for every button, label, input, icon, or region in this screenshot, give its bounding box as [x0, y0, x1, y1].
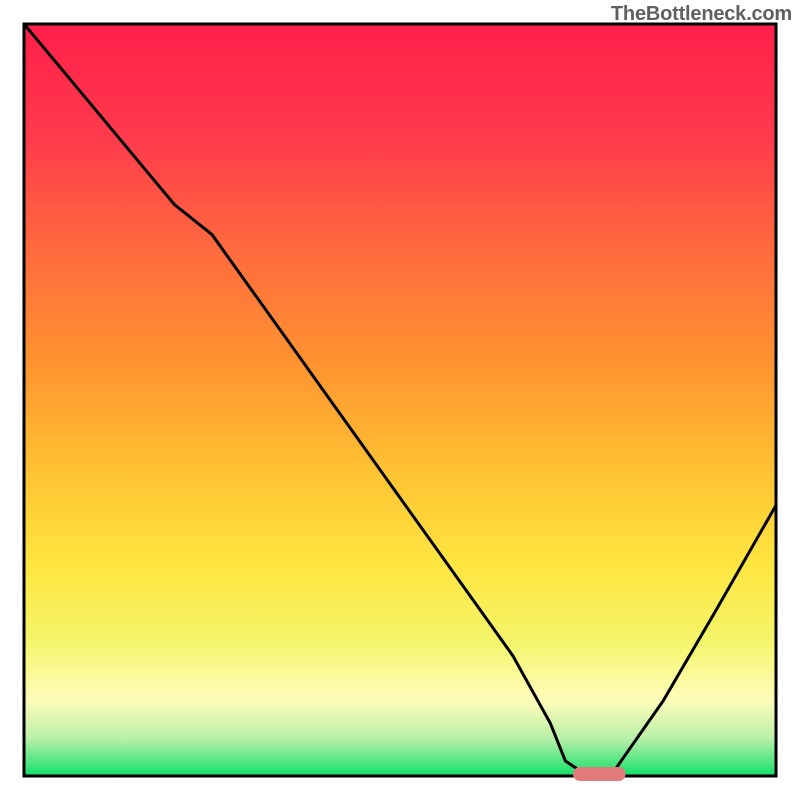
bottleneck-chart	[0, 0, 800, 800]
plot-background	[24, 24, 776, 776]
chart-container: TheBottleneck.com	[0, 0, 800, 800]
optimal-range-marker	[573, 767, 626, 781]
